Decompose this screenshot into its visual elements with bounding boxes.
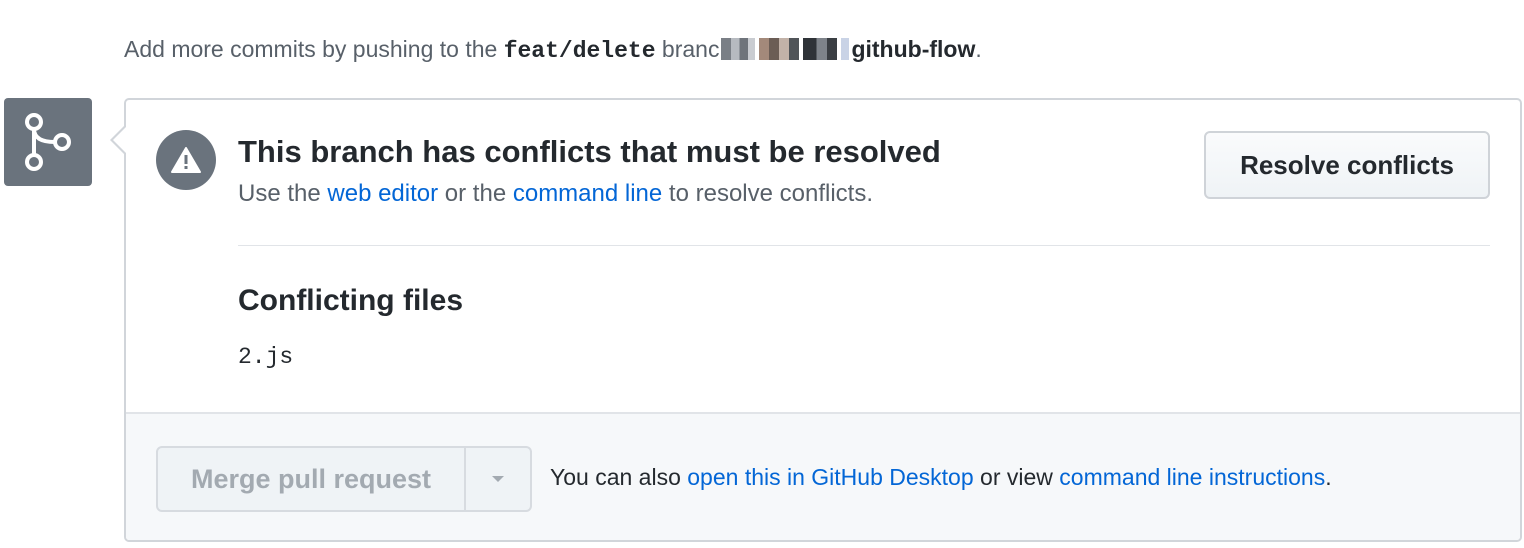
- redacted-block: [759, 37, 800, 60]
- merge-pull-request-button[interactable]: Merge pull request: [156, 446, 466, 512]
- head-branch-name: feat/delete: [503, 38, 656, 64]
- merge-box: This branch has conflicts that must be r…: [124, 98, 1522, 542]
- alternative-merge-text: You can also open this in GitHub Desktop…: [550, 464, 1332, 491]
- conflict-description: Use the web editor or the command line t…: [238, 180, 873, 208]
- redacted-block: [721, 37, 756, 60]
- pull-request-merge-section: Add more commits by pushing to the feat/…: [0, 0, 1524, 548]
- command-line-instructions-link[interactable]: command line instructions: [1059, 464, 1325, 490]
- resolve-conflicts-button[interactable]: Resolve conflicts: [1204, 131, 1490, 199]
- warning-triangle-icon: [171, 147, 201, 173]
- merge-footer: Merge pull request You can also open thi…: [126, 412, 1520, 540]
- caret-down-icon: [492, 476, 504, 482]
- conflicting-file-item: 2.js: [238, 344, 294, 370]
- push-hint-suffix: .: [975, 36, 982, 62]
- git-branch-icon: [25, 113, 71, 171]
- push-hint-prefix: Add more commits by pushing to the: [124, 36, 504, 62]
- conflict-desc-suffix: to resolve conflicts.: [662, 180, 873, 207]
- footer-text-middle: or view: [973, 464, 1060, 490]
- conflict-heading: This branch has conflicts that must be r…: [238, 134, 941, 169]
- git-merge-icon: [4, 98, 92, 186]
- web-editor-link[interactable]: web editor: [327, 180, 438, 207]
- redacted-block: [803, 37, 838, 60]
- footer-text-prefix: You can also: [550, 464, 688, 490]
- push-hint-text: Add more commits by pushing to the feat/…: [124, 32, 982, 68]
- push-hint-middle: branc: [655, 36, 720, 62]
- redacted-block: [841, 37, 850, 60]
- section-divider: [238, 245, 1490, 246]
- merge-method-dropdown[interactable]: [466, 446, 532, 512]
- conflict-desc-middle: or the: [438, 180, 513, 207]
- alert-icon: [156, 130, 216, 190]
- repository-name: github-flow: [851, 36, 976, 62]
- open-in-github-desktop-link[interactable]: open this in GitHub Desktop: [687, 464, 973, 490]
- timeline-pointer-fill: [113, 126, 127, 154]
- footer-text-suffix: .: [1325, 464, 1332, 490]
- merge-button-group: Merge pull request: [156, 446, 532, 512]
- command-line-link[interactable]: command line: [513, 180, 662, 207]
- conflict-desc-prefix: Use the: [238, 180, 328, 207]
- conflicting-files-heading: Conflicting files: [238, 284, 463, 317]
